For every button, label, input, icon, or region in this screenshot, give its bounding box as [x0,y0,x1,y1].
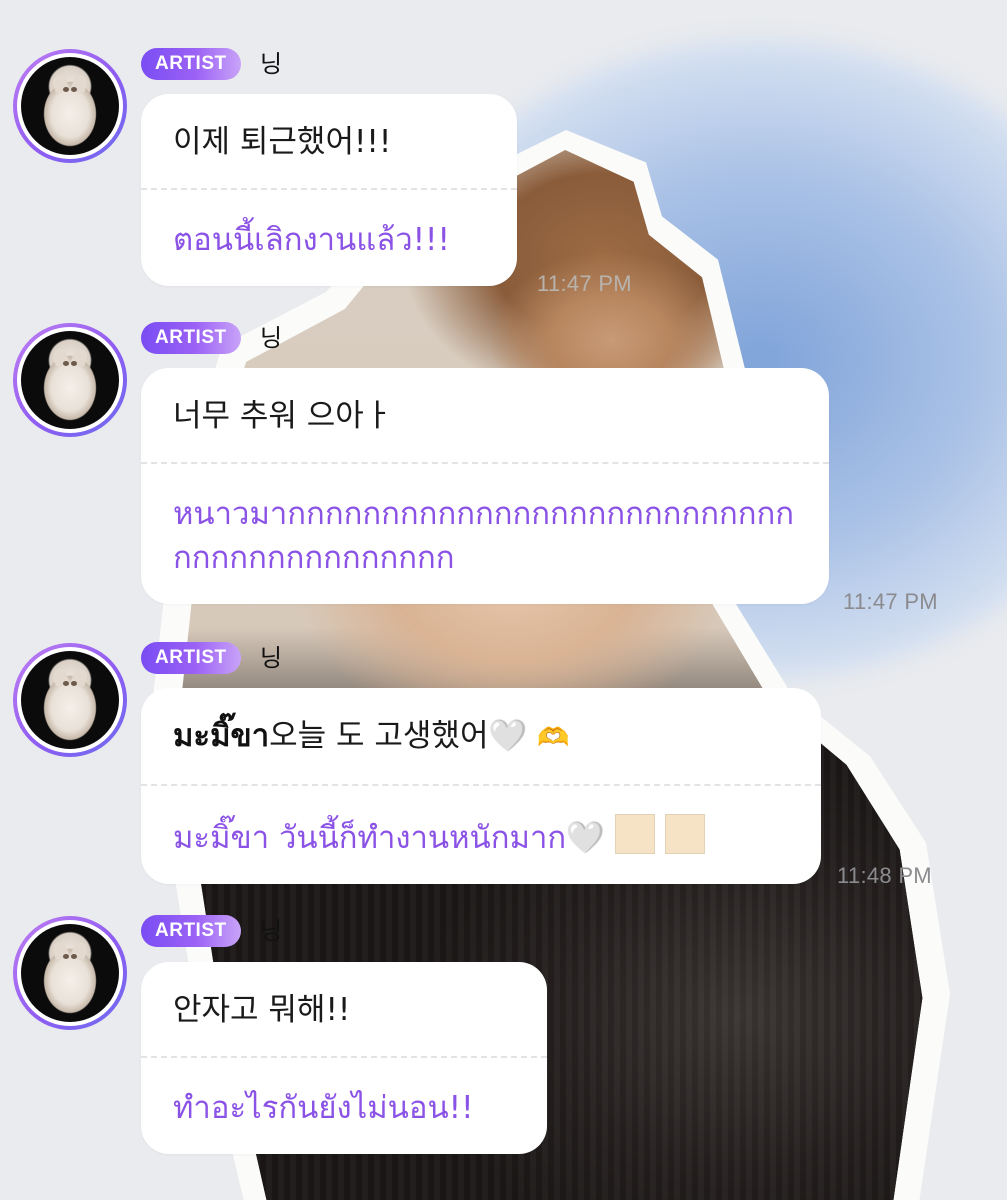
artist-badge: ARTIST [141,915,241,947]
sender-name: 닝 [260,324,283,352]
artist-badge: ARTIST [141,642,241,674]
white-cat-avatar-icon [21,331,119,429]
translated-message-text: ทำอะไรกันยังไม่นอน!! [173,1090,474,1126]
chat-feed[interactable]: ARTIST 닝 이제 퇴근했어!!! ตอนนี้เลิกงานแล้ว!!!… [0,0,1007,1200]
white-cat-avatar-icon [21,924,119,1022]
message-timestamp: 11:48 PM [837,863,932,888]
artist-avatar[interactable] [13,643,127,757]
message-timestamp: 11:47 PM [537,271,632,296]
artist-badge: ARTIST [141,322,241,354]
cat-eye-right [71,87,77,92]
message-bubble[interactable]: มะมิ๊ขา오늘 도 고생했어🤍 🫶 มะมิ๊ขา วันนี้ก็ทำงา… [141,688,821,884]
translated-message-text: มะมิ๊ขา วันนี้ก็ทำงานหนักมาก🤍 [173,786,789,884]
cat-eye-left [63,681,69,686]
message-bubble[interactable]: 이제 퇴근했어!!! ตอนนี้เลิกงานแล้ว!!! [141,94,517,286]
sender-name: 닝 [260,917,283,945]
unrendered-emoji-box-icon [664,814,705,854]
artist-avatar[interactable] [13,49,127,163]
cat-eye-right [71,681,77,686]
avatar-ring [17,920,123,1026]
translated-message-body: มะมิ๊ขา วันนี้ก็ทำงานหนักมาก [173,820,567,856]
message-bubble[interactable]: 너무 추워 으아ㅏ หนาวมากกกกกกกกกกกกกกกกกกกกกกกก… [141,368,829,604]
cat-eye-left [63,361,69,366]
sender-name: 닝 [260,644,283,672]
original-message-text: 너무 추워 으아ㅏ [173,398,393,434]
cat-eye-left [63,954,69,959]
translated-message-text: ตอนนี้เลิกงานแล้ว!!! [173,222,450,258]
original-message-body: 오늘 도 고생했어 [269,718,489,754]
nickname-text: มะมิ๊ขา [173,718,270,754]
original-message-text: มะมิ๊ขา오늘 도 고생했어🤍 🫶 [173,688,789,784]
white-heart-emoji: 🤍 [488,718,528,754]
artist-avatar[interactable] [13,323,127,437]
message-bubble[interactable]: 안자고 뭐해!! ทำอะไรกันยังไม่นอน!! [141,962,547,1154]
artist-badge: ARTIST [141,48,241,80]
unrendered-emoji-box-icon [614,814,655,854]
white-cat-avatar-icon [21,57,119,155]
white-heart-emoji: 🤍 [566,820,605,856]
cat-eye-right [71,361,77,366]
translated-message-text: หนาวมากกกกกกกกกกกกกกกกกกกกกกกกกกกกกกกกกก… [173,496,795,576]
message-timestamp: 11:47 PM [843,589,938,614]
avatar-ring [17,647,123,753]
sender-name: 닝 [260,50,283,78]
original-message-text: 이제 퇴근했어!!! [173,124,392,160]
avatar-ring [17,327,123,433]
white-cat-avatar-icon [21,651,119,749]
cat-eye-right [71,954,77,959]
avatar-ring [17,53,123,159]
artist-avatar[interactable] [13,916,127,1030]
cat-eye-left [63,87,69,92]
heart-hands-emoji: 🫶 [536,723,570,753]
original-message-text: 안자고 뭐해!! [173,992,351,1028]
